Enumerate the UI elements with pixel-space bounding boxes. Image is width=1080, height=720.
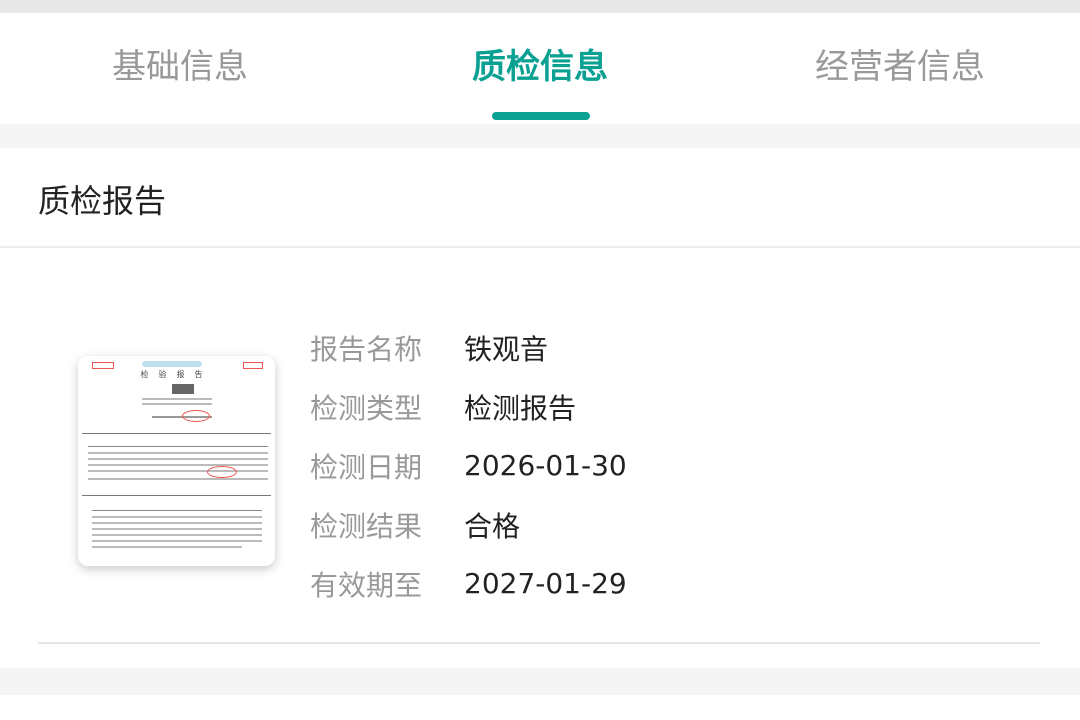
field-test-date: 检测日期 2026-01-30 xyxy=(310,436,627,495)
divider xyxy=(0,246,1080,248)
divider xyxy=(38,642,1040,644)
tab-operator-info[interactable]: 经营者信息 xyxy=(720,39,1080,88)
field-label: 有效期至 xyxy=(310,568,423,602)
report-page-1: 检验报告 xyxy=(82,356,271,434)
active-tab-indicator xyxy=(492,112,590,120)
next-section xyxy=(0,695,1080,720)
field-test-type: 检测类型 检测报告 xyxy=(310,377,627,436)
tab-bar: 基础信息 质检信息 经营者信息 xyxy=(0,13,1080,124)
field-test-result: 检测结果 合格 xyxy=(310,495,627,554)
field-label: 检测类型 xyxy=(310,391,423,425)
field-value: 2026-01-30 xyxy=(464,449,627,482)
report-thumbnail[interactable]: 检验报告 xyxy=(78,356,275,566)
field-value: 铁观音 xyxy=(464,332,549,366)
report-page-2 xyxy=(82,436,271,496)
section-title: 质检报告 xyxy=(38,182,167,220)
field-report-name: 报告名称 铁观音 xyxy=(310,318,627,377)
quality-report-card: 质检报告 检验报告 报告名称 铁观音 检测类型 检测报告 检测日期 2026-0… xyxy=(0,148,1080,668)
status-strip xyxy=(0,0,1080,13)
field-valid-until: 有效期至 2027-01-29 xyxy=(310,554,627,613)
field-value: 2027-01-29 xyxy=(464,567,627,600)
tab-basic-info[interactable]: 基础信息 xyxy=(0,39,360,88)
field-value: 检测报告 xyxy=(464,391,577,425)
report-details: 报告名称 铁观音 检测类型 检测报告 检测日期 2026-01-30 检测结果 合格 有… xyxy=(310,318,627,613)
field-label: 检测日期 xyxy=(310,450,423,484)
field-value: 合格 xyxy=(464,509,521,543)
field-label: 检测结果 xyxy=(310,509,423,543)
field-label: 报告名称 xyxy=(310,332,423,366)
report-page-3 xyxy=(82,498,271,564)
tab-quality-info[interactable]: 质检信息 xyxy=(360,39,720,88)
